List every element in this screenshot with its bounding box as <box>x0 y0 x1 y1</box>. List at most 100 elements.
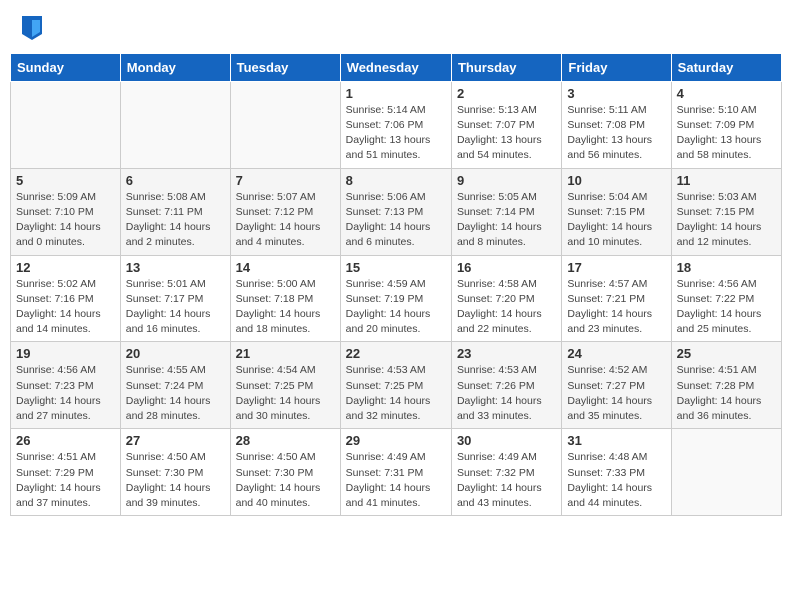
day-info: Sunrise: 4:48 AM Sunset: 7:33 PM Dayligh… <box>567 450 665 511</box>
day-number: 12 <box>16 260 115 275</box>
calendar-cell: 1 Sunrise: 5:14 AM Sunset: 7:06 PM Daylig… <box>340 81 451 168</box>
calendar-cell: 2Sunrise: 5:13 AM Sunset: 7:07 PM Daylig… <box>451 81 561 168</box>
calendar-cell: 16 Sunrise: 4:58 AM Sunset: 7:20 PM Dayli… <box>451 255 561 342</box>
day-info: Sunrise: 5:09 AM Sunset: 7:10 PM Dayligh… <box>16 190 115 251</box>
day-info: Sunrise: 4:54 AM Sunset: 7:25 PM Dayligh… <box>236 363 335 424</box>
day-info: Sunrise: 4:53 AM Sunset: 7:25 PM Dayligh… <box>346 363 446 424</box>
calendar-cell: 26 Sunrise: 4:51 AM Sunset: 7:29 PM Dayli… <box>11 429 121 516</box>
day-info: Sunrise: 4:49 AM Sunset: 7:32 PM Dayligh… <box>457 450 556 511</box>
day-info: Sunrise: 5:13 AM Sunset: 7:07 PM Dayligh… <box>457 103 556 164</box>
day-info: Sunrise: 4:52 AM Sunset: 7:27 PM Dayligh… <box>567 363 665 424</box>
calendar-cell: 19 Sunrise: 4:56 AM Sunset: 7:23 PM Dayli… <box>11 342 121 429</box>
day-info: Sunrise: 5:05 AM Sunset: 7:14 PM Dayligh… <box>457 190 556 251</box>
calendar-cell: 23Sunrise: 4:53 AM Sunset: 7:26 PM Dayli… <box>451 342 561 429</box>
day-info: Sunrise: 5:11 AM Sunset: 7:08 PM Dayligh… <box>567 103 665 164</box>
day-number: 28 <box>236 433 335 448</box>
calendar-cell: 9Sunrise: 5:05 AM Sunset: 7:14 PM Daylig… <box>451 168 561 255</box>
day-number: 25 <box>677 346 776 361</box>
day-info: Sunrise: 5:07 AM Sunset: 7:12 PM Dayligh… <box>236 190 335 251</box>
day-number: 23 <box>457 346 556 361</box>
day-info: Sunrise: 4:58 AM Sunset: 7:20 PM Dayligh… <box>457 277 556 338</box>
day-number: 15 <box>346 260 446 275</box>
day-number: 4 <box>677 86 776 101</box>
calendar-cell: 29 Sunrise: 4:49 AM Sunset: 7:31 PM Dayli… <box>340 429 451 516</box>
day-info: Sunrise: 4:49 AM Sunset: 7:31 PM Dayligh… <box>346 450 446 511</box>
calendar-cell: 6Sunrise: 5:08 AM Sunset: 7:11 PM Daylig… <box>120 168 230 255</box>
day-number: 1 <box>346 86 446 101</box>
day-info: Sunrise: 5:10 AM Sunset: 7:09 PM Dayligh… <box>677 103 776 164</box>
calendar-cell: 3 Sunrise: 5:11 AM Sunset: 7:08 PM Daylig… <box>562 81 671 168</box>
day-info: Sunrise: 4:50 AM Sunset: 7:30 PM Dayligh… <box>126 450 225 511</box>
calendar-cell: 4 Sunrise: 5:10 AM Sunset: 7:09 PM Daylig… <box>671 81 781 168</box>
calendar-cell: 22 Sunrise: 4:53 AM Sunset: 7:25 PM Dayli… <box>340 342 451 429</box>
day-number: 17 <box>567 260 665 275</box>
calendar-cell: 13 Sunrise: 5:01 AM Sunset: 7:17 PM Dayli… <box>120 255 230 342</box>
weekday-header-thursday: Thursday <box>451 53 561 81</box>
day-info: Sunrise: 4:55 AM Sunset: 7:24 PM Dayligh… <box>126 363 225 424</box>
day-number: 10 <box>567 173 665 188</box>
day-info: Sunrise: 4:57 AM Sunset: 7:21 PM Dayligh… <box>567 277 665 338</box>
weekday-header-row: SundayMondayTuesdayWednesdayThursdayFrid… <box>11 53 782 81</box>
day-info: Sunrise: 4:51 AM Sunset: 7:29 PM Dayligh… <box>16 450 115 511</box>
logo-icon <box>22 16 42 40</box>
day-number: 31 <box>567 433 665 448</box>
day-number: 30 <box>457 433 556 448</box>
day-info: Sunrise: 5:00 AM Sunset: 7:18 PM Dayligh… <box>236 277 335 338</box>
weekday-header-sunday: Sunday <box>11 53 121 81</box>
calendar-cell: 30 Sunrise: 4:49 AM Sunset: 7:32 PM Dayli… <box>451 429 561 516</box>
day-number: 3 <box>567 86 665 101</box>
day-number: 21 <box>236 346 335 361</box>
weekday-header-friday: Friday <box>562 53 671 81</box>
calendar-cell: 21 Sunrise: 4:54 AM Sunset: 7:25 PM Dayli… <box>230 342 340 429</box>
calendar-cell: 15 Sunrise: 4:59 AM Sunset: 7:19 PM Dayli… <box>340 255 451 342</box>
day-number: 5 <box>16 173 115 188</box>
calendar-cell: 25 Sunrise: 4:51 AM Sunset: 7:28 PM Dayli… <box>671 342 781 429</box>
day-number: 13 <box>126 260 225 275</box>
calendar-cell: 27 Sunrise: 4:50 AM Sunset: 7:30 PM Dayli… <box>120 429 230 516</box>
day-number: 26 <box>16 433 115 448</box>
calendar-cell: 7 Sunrise: 5:07 AM Sunset: 7:12 PM Daylig… <box>230 168 340 255</box>
calendar-cell <box>671 429 781 516</box>
page-header <box>10 10 782 49</box>
calendar-cell: 11Sunrise: 5:03 AM Sunset: 7:15 PM Dayli… <box>671 168 781 255</box>
calendar-cell: 28 Sunrise: 4:50 AM Sunset: 7:30 PM Dayli… <box>230 429 340 516</box>
day-number: 14 <box>236 260 335 275</box>
calendar-cell: 24 Sunrise: 4:52 AM Sunset: 7:27 PM Dayli… <box>562 342 671 429</box>
calendar-week-row: 5 Sunrise: 5:09 AM Sunset: 7:10 PM Daylig… <box>11 168 782 255</box>
calendar-cell: 10 Sunrise: 5:04 AM Sunset: 7:15 PM Dayli… <box>562 168 671 255</box>
day-info: Sunrise: 5:14 AM Sunset: 7:06 PM Dayligh… <box>346 103 446 164</box>
day-number: 8 <box>346 173 446 188</box>
calendar-cell: 31 Sunrise: 4:48 AM Sunset: 7:33 PM Dayli… <box>562 429 671 516</box>
calendar-week-row: 1 Sunrise: 5:14 AM Sunset: 7:06 PM Daylig… <box>11 81 782 168</box>
day-number: 11 <box>677 173 776 188</box>
day-info: Sunrise: 4:56 AM Sunset: 7:23 PM Dayligh… <box>16 363 115 424</box>
day-info: Sunrise: 4:59 AM Sunset: 7:19 PM Dayligh… <box>346 277 446 338</box>
day-info: Sunrise: 5:06 AM Sunset: 7:13 PM Dayligh… <box>346 190 446 251</box>
day-number: 6 <box>126 173 225 188</box>
weekday-header-saturday: Saturday <box>671 53 781 81</box>
day-number: 7 <box>236 173 335 188</box>
day-number: 18 <box>677 260 776 275</box>
calendar-cell: 17 Sunrise: 4:57 AM Sunset: 7:21 PM Dayli… <box>562 255 671 342</box>
calendar-cell <box>230 81 340 168</box>
calendar-week-row: 19 Sunrise: 4:56 AM Sunset: 7:23 PM Dayli… <box>11 342 782 429</box>
day-info: Sunrise: 4:50 AM Sunset: 7:30 PM Dayligh… <box>236 450 335 511</box>
weekday-header-wednesday: Wednesday <box>340 53 451 81</box>
calendar-table: SundayMondayTuesdayWednesdayThursdayFrid… <box>10 53 782 516</box>
day-info: Sunrise: 5:01 AM Sunset: 7:17 PM Dayligh… <box>126 277 225 338</box>
calendar-cell: 18 Sunrise: 4:56 AM Sunset: 7:22 PM Dayli… <box>671 255 781 342</box>
day-info: Sunrise: 5:04 AM Sunset: 7:15 PM Dayligh… <box>567 190 665 251</box>
day-number: 24 <box>567 346 665 361</box>
day-number: 22 <box>346 346 446 361</box>
calendar-week-row: 12 Sunrise: 5:02 AM Sunset: 7:16 PM Dayli… <box>11 255 782 342</box>
day-number: 16 <box>457 260 556 275</box>
day-info: Sunrise: 4:51 AM Sunset: 7:28 PM Dayligh… <box>677 363 776 424</box>
day-info: Sunrise: 5:02 AM Sunset: 7:16 PM Dayligh… <box>16 277 115 338</box>
weekday-header-tuesday: Tuesday <box>230 53 340 81</box>
day-number: 19 <box>16 346 115 361</box>
day-number: 27 <box>126 433 225 448</box>
day-info: Sunrise: 4:56 AM Sunset: 7:22 PM Dayligh… <box>677 277 776 338</box>
calendar-cell <box>11 81 121 168</box>
logo <box>20 18 42 45</box>
day-number: 29 <box>346 433 446 448</box>
